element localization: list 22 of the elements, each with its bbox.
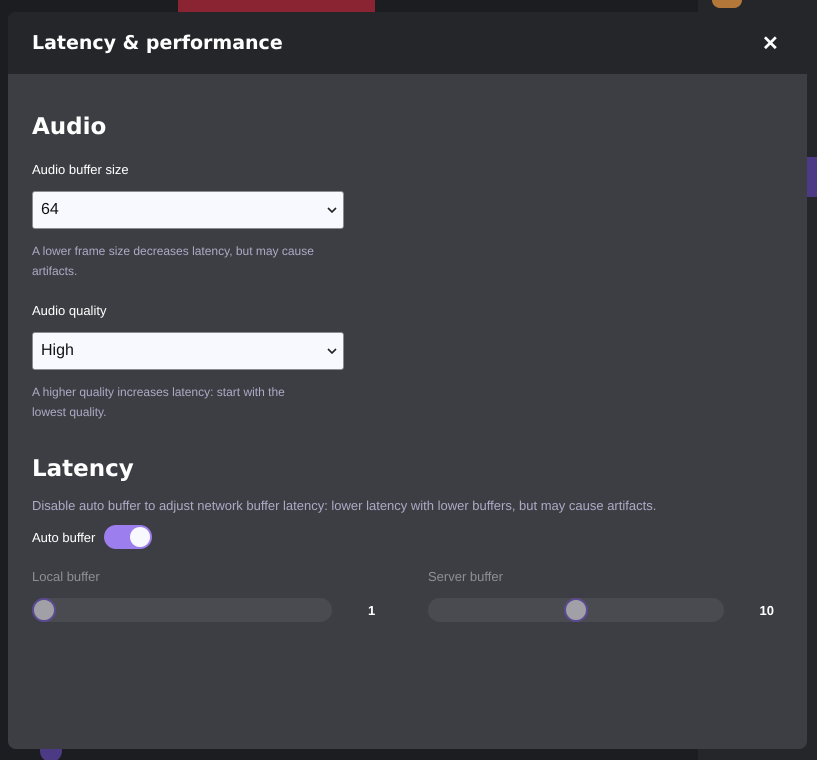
slider-label: Server buffer — [428, 569, 504, 584]
section-heading: Latency — [32, 456, 135, 482]
chevron-icon — [327, 207, 337, 213]
slider-value: 1 — [368, 602, 376, 618]
section-heading: Audio — [32, 114, 108, 140]
field-label: Audio quality — [32, 303, 108, 318]
avatar-icon — [712, 0, 742, 8]
close-button[interactable]: ✕ — [758, 30, 783, 56]
slider-value: 10 — [760, 602, 774, 618]
slider-label: Local buffer — [32, 569, 101, 584]
field-hint: A higher quality increases latency: start with the lowest quality. — [32, 384, 286, 421]
chevron-icon — [327, 348, 337, 354]
select-field[interactable]: 64 — [32, 191, 344, 229]
dialog-title: Latency & performance — [32, 32, 283, 54]
select-field[interactable]: High — [32, 332, 344, 370]
slider-track[interactable] — [32, 598, 332, 622]
field-label: Audio buffer size — [32, 162, 130, 177]
section-description: Disable auto buffer to adjust network buffer latency: lower latency with lower buffers, but may cause artifacts. — [32, 498, 658, 513]
slider-track[interactable] — [428, 598, 724, 622]
toggle-switch[interactable] — [104, 525, 152, 549]
field-hint: A lower frame size decreases latency, but may cause artifacts. — [32, 243, 315, 280]
toggle-label: Auto buffer — [32, 530, 96, 544]
